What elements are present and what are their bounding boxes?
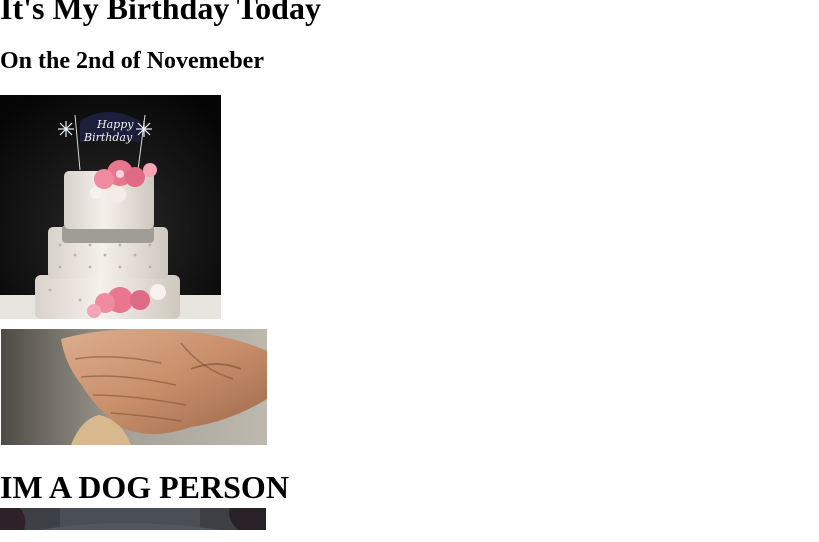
svg-text:Happy: Happy xyxy=(96,118,134,131)
hands-petting-dog-image xyxy=(1,329,267,445)
birthday-cake-image: Happy Birthday xyxy=(0,95,221,319)
dog-photo-image xyxy=(0,508,266,530)
svg-text:Birthday: Birthday xyxy=(83,131,133,144)
page-subtitle: On the 2nd of Novemeber xyxy=(0,48,264,74)
page-title: It's My Birthday Today xyxy=(0,0,321,26)
dog-person-heading: IM A DOG PERSON xyxy=(0,469,289,505)
